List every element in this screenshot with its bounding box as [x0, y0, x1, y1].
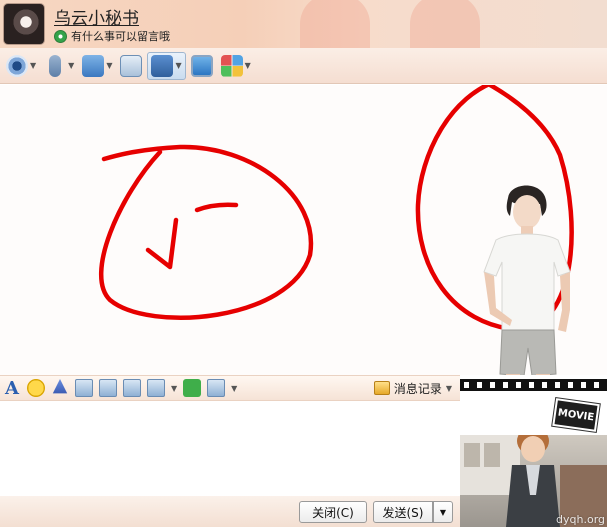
add-app-icon: [120, 54, 143, 77]
remote-desktop-icon: [190, 54, 213, 77]
header-decoration: [410, 0, 480, 48]
chevron-down-icon[interactable]: ▼: [231, 384, 237, 393]
scribble-left-circle: [99, 144, 314, 320]
chevron-down-icon[interactable]: ▼: [106, 61, 112, 70]
chevron-down-icon[interactable]: ▼: [171, 384, 177, 393]
online-status-icon: [54, 29, 67, 43]
scribble-check-mark: [145, 217, 179, 270]
screen-share-icon: [151, 54, 174, 77]
microphone-icon: [49, 54, 62, 77]
contact-name[interactable]: 乌云小秘书: [54, 4, 139, 29]
screenshot-icon[interactable]: [207, 379, 226, 397]
chat-header: 乌云小秘书 有什么事可以留言哦: [0, 0, 607, 48]
chevron-down-icon[interactable]: ▼: [68, 61, 74, 70]
message-input[interactable]: [0, 402, 460, 496]
status-message: 有什么事可以留言哦: [71, 30, 170, 43]
send-options-button[interactable]: ▼: [433, 501, 453, 523]
chevron-down-icon[interactable]: ▼: [30, 61, 36, 70]
chevron-down-icon[interactable]: ▼: [175, 61, 181, 70]
message-history-label: 消息记录: [393, 381, 442, 396]
close-button[interactable]: 关闭(C): [299, 501, 367, 523]
nudge-icon[interactable]: [52, 379, 68, 394]
message-history-button[interactable]: 消息记录 ▼: [373, 380, 452, 397]
screen-share-button[interactable]: ▼: [147, 51, 186, 80]
contact-avatar[interactable]: [3, 3, 45, 45]
message-display-area[interactable]: [0, 85, 607, 400]
watermark-text: dyqh.org: [556, 513, 605, 526]
remote-desktop-button[interactable]: [188, 52, 216, 80]
add-app-button[interactable]: [117, 52, 145, 80]
send-image-icon[interactable]: [147, 379, 165, 397]
camera-icon: [6, 54, 28, 77]
scribble-dash: [194, 202, 239, 213]
format-toolbar: A ▼ ▼ 消息记录 ▼: [0, 375, 460, 401]
status-row: 有什么事可以留言哦: [54, 28, 170, 44]
apps-grid-icon: [220, 54, 243, 77]
app-center-button[interactable]: ▼: [218, 52, 254, 80]
folder-transfer-icon: [82, 54, 105, 77]
header-decoration: [300, 0, 370, 48]
character-illustration: [483, 185, 571, 400]
show-panel: MOVIE dyqh.org: [460, 375, 607, 527]
voice-message-icon[interactable]: [99, 379, 117, 397]
font-icon[interactable]: A: [3, 378, 21, 399]
film-strip-decoration: [460, 379, 607, 391]
voice-call-button[interactable]: ▼: [41, 52, 77, 80]
history-icon: [373, 381, 390, 395]
handwriting-icon[interactable]: [123, 379, 141, 397]
send-file-button[interactable]: ▼: [79, 52, 115, 80]
send-button[interactable]: 发送(S): [373, 501, 433, 523]
video-call-button[interactable]: ▼: [3, 52, 39, 80]
chat-toolbar: ▼ ▼ ▼ ▼ ▼: [0, 48, 607, 84]
chevron-down-icon[interactable]: ▼: [446, 384, 452, 393]
emoji-icon[interactable]: [27, 379, 45, 397]
video-clip-icon[interactable]: [75, 379, 93, 397]
chevron-down-icon[interactable]: ▼: [245, 61, 251, 70]
movie-badge: MOVIE: [552, 398, 600, 432]
action-bar: 关闭(C) 发送(S) ▼: [0, 496, 460, 527]
music-icon[interactable]: [183, 379, 202, 397]
